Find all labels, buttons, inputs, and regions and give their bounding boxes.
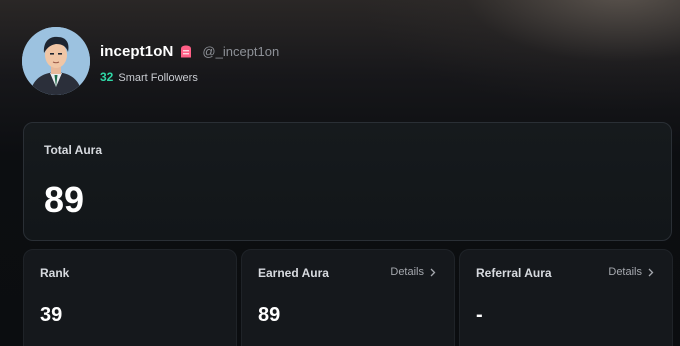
followers-label: Smart Followers (118, 71, 198, 84)
total-aura-card: Total Aura 89 (23, 122, 672, 241)
earned-aura-value: 89 (258, 304, 281, 326)
rank-label: Rank (40, 266, 70, 280)
referral-aura-card: Referral Aura Details - (459, 249, 673, 346)
total-aura-value: 89 (44, 179, 85, 220)
avatar[interactable] (22, 27, 90, 95)
earned-details-label: Details (390, 266, 424, 278)
smart-followers[interactable]: 32 Smart Followers (100, 70, 279, 84)
chevron-right-icon (430, 268, 436, 277)
user-handle[interactable]: @_incept1on (202, 44, 279, 59)
profile-info: incept1oN @_incept1on 32 Smart Followers (100, 41, 279, 84)
referral-details-label: Details (608, 266, 642, 278)
rank-value: 39 (40, 304, 63, 326)
pink-badge-icon (180, 45, 192, 58)
referral-details-link[interactable]: Details (608, 266, 654, 278)
earned-aura-card: Earned Aura Details 89 (241, 249, 455, 346)
total-aura-label: Total Aura (44, 143, 103, 157)
referral-aura-label: Referral Aura (476, 266, 552, 280)
earned-details-link[interactable]: Details (390, 266, 436, 278)
followers-count: 32 (100, 69, 114, 84)
name-row: incept1oN @_incept1on (100, 41, 279, 63)
earned-aura-label: Earned Aura (258, 266, 329, 280)
display-name[interactable]: incept1oN (100, 43, 173, 60)
rank-card: Rank 39 (23, 249, 237, 346)
referral-aura-value: - (476, 304, 483, 326)
page: incept1oN @_incept1on 32 Smart Followers… (0, 0, 680, 346)
profile-header: incept1oN @_incept1on 32 Smart Followers (22, 27, 279, 95)
chevron-right-icon (648, 268, 654, 277)
